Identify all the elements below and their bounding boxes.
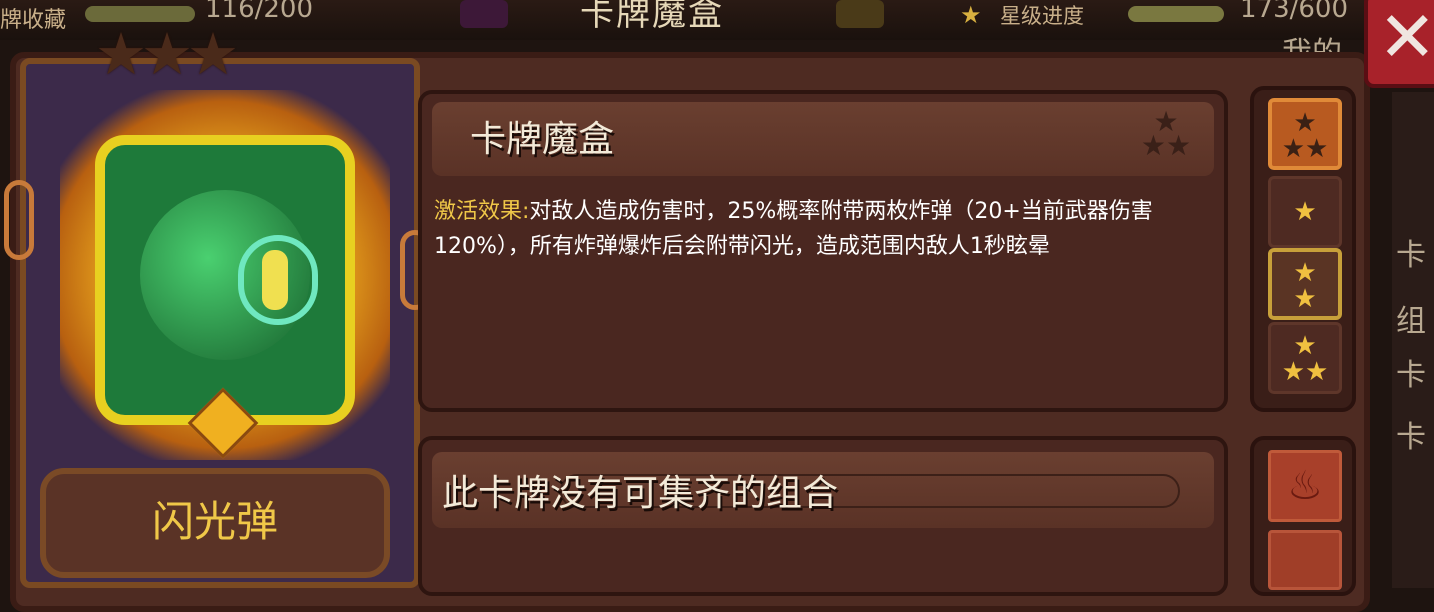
star-tab-2[interactable]: ★ ★ [1268,248,1342,320]
star-icon: ★ ★ [1293,258,1317,314]
star-tab-1[interactable]: ★ [1268,176,1342,248]
rope-decoration [4,180,34,260]
combo-side-tab-2[interactable] [1268,530,1342,590]
collection-label: 牌收藏 [0,8,67,33]
background-panel [1392,92,1434,588]
star-tab-3b[interactable]: ★ ★★ [1268,322,1342,394]
background-text: 卡 [1396,238,1426,273]
background-text: 卡 [1396,420,1426,455]
effect-title: 卡牌魔盒 [470,119,615,160]
effect-star-icon: ★ ★★ [1140,105,1192,162]
close-icon: ✕ [1378,0,1434,78]
flame-icon: ♨ [1287,463,1323,509]
background-text: 卡 [1396,358,1426,393]
card-star-rating: ★★★ [95,20,239,88]
star-icon: ★ [1293,197,1317,227]
page-title: 卡牌魔盒 [580,0,724,34]
star-icon: ★ ★★ [1281,108,1329,164]
combo-title: 此卡牌没有可集齐的组合 [442,473,839,514]
background-text: 组 [1396,304,1426,339]
star-icon: ★ [960,1,982,29]
combo-side-tab[interactable]: ♨ [1268,450,1342,522]
card-name: 闪光弹 [151,497,278,546]
flash-icon [262,250,288,310]
star-progress-bar [1128,6,1224,22]
star-progress-label: 星级进度 [1000,4,1084,28]
star-tab-3[interactable]: ★ ★★ [1268,98,1342,170]
close-button[interactable]: ✕ [1364,0,1434,88]
effect-description: 激活效果:对敌人造成伤害时，25%概率附带两枚炸弹（20+当前武器伤害120%）… [434,194,1214,264]
top-deco-icon [460,0,508,28]
effect-label: 激活效果: [434,199,530,224]
top-deco-icon [836,0,884,28]
star-icon: ★ ★★ [1281,331,1329,387]
effect-text: 对敌人造成伤害时，25%概率附带两枚炸弹（20+当前武器伤害120%），所有炸弹… [434,199,1153,259]
star-progress-count: 173/600 [1240,0,1349,24]
